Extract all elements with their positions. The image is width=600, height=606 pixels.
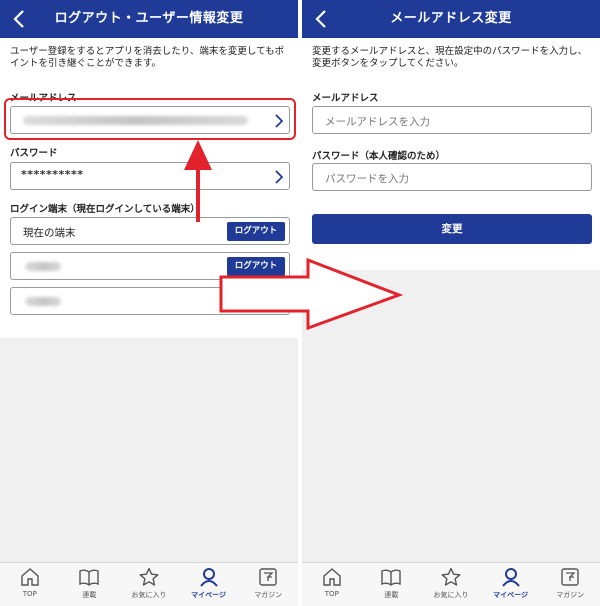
- app-header: ログアウト・ユーザー情報変更: [0, 0, 298, 38]
- book-icon: [79, 569, 100, 586]
- blurred-device-name: [25, 262, 61, 271]
- page-title: メールアドレス変更: [390, 11, 512, 26]
- magazine-icon: [561, 568, 579, 586]
- home-icon: [323, 568, 341, 586]
- book-icon: [381, 569, 402, 586]
- tab-bar: TOP 連載 お気に入り マイページ マガジン: [0, 562, 298, 606]
- tab-magazine[interactable]: マガジン: [238, 567, 298, 605]
- tab-bar: TOP 連載 お気に入り マイページ マガジン: [302, 562, 600, 606]
- tab-label: 連載: [82, 591, 97, 599]
- main-content: 変更するメールアドレスと、現在設定中のパスワードを入力し、変更ボタンをタップして…: [302, 38, 600, 270]
- tab-label: TOP: [324, 590, 339, 598]
- tab-label: お気に入り: [131, 591, 167, 599]
- password-masked-value: **********: [21, 168, 84, 181]
- star-icon: [441, 567, 461, 586]
- page-title: ログアウト・ユーザー情報変更: [54, 11, 244, 26]
- tab-label: マガジン: [254, 591, 283, 599]
- main-content: ユーザー登録をするとアプリを消去したり、端末を変更してもポイントを引き継ぐことが…: [0, 38, 298, 338]
- tab-top[interactable]: TOP: [302, 567, 362, 605]
- registration-description: ユーザー登録をするとアプリを消去したり、端末を変更してもポイントを引き継ぐことが…: [10, 46, 285, 69]
- password-input[interactable]: パスワードを入力: [312, 163, 592, 191]
- email-change-description: 変更するメールアドレスと、現在設定中のパスワードを入力し、変更ボタンをタップして…: [312, 46, 588, 69]
- tab-top[interactable]: TOP: [0, 567, 60, 605]
- device-row: [10, 287, 290, 315]
- change-button[interactable]: 変更: [312, 214, 592, 244]
- tab-label: お気に入り: [433, 591, 469, 599]
- star-icon: [139, 567, 159, 586]
- tab-label: TOP: [22, 590, 37, 598]
- email-placeholder: メールアドレスを入力: [325, 116, 430, 128]
- new-email-input[interactable]: メールアドレスを入力: [312, 106, 592, 134]
- blurred-device-name: [25, 297, 61, 306]
- password-placeholder: パスワードを入力: [325, 173, 409, 185]
- tab-favorites[interactable]: お気に入り: [421, 567, 481, 605]
- person-icon: [199, 568, 218, 587]
- annotation-highlight-box: [4, 98, 296, 140]
- tab-magazine[interactable]: マガジン: [540, 567, 600, 605]
- home-icon: [21, 568, 39, 586]
- tab-mypage[interactable]: マイページ: [179, 567, 239, 605]
- password-label: パスワード（本人確認のため）: [312, 151, 446, 162]
- logout-button[interactable]: ログアウト: [227, 222, 285, 241]
- password-label: パスワード: [10, 148, 58, 159]
- tab-label: マイページ: [191, 591, 227, 599]
- device-row: 現在の端末 ログアウト: [10, 217, 290, 245]
- tab-label: 連載: [384, 591, 399, 599]
- tab-label: マガジン: [556, 591, 585, 599]
- password-field[interactable]: **********: [10, 162, 290, 190]
- user-info-screen: ログアウト・ユーザー情報変更 ユーザー登録をするとアプリを消去したり、端末を変更…: [0, 0, 298, 606]
- tab-mypage[interactable]: マイページ: [481, 567, 541, 605]
- magazine-icon: [259, 568, 277, 586]
- chevron-right-icon: [275, 170, 283, 184]
- email-change-screen: メールアドレス変更 変更するメールアドレスと、現在設定中のパスワードを入力し、変…: [302, 0, 600, 606]
- tab-favorites[interactable]: お気に入り: [119, 567, 179, 605]
- device-row: ログアウト: [10, 252, 290, 280]
- app-header: メールアドレス変更: [302, 0, 600, 38]
- email-label: メールアドレス: [312, 93, 379, 104]
- tab-series[interactable]: 連載: [60, 567, 120, 605]
- logout-button[interactable]: ログアウト: [227, 257, 285, 276]
- devices-label: ログイン端末（現在ログインしている端末）: [10, 204, 200, 215]
- tab-label: マイページ: [493, 591, 529, 599]
- person-icon: [501, 568, 520, 587]
- tab-series[interactable]: 連載: [362, 567, 422, 605]
- device-name: 現在の端末: [23, 227, 76, 239]
